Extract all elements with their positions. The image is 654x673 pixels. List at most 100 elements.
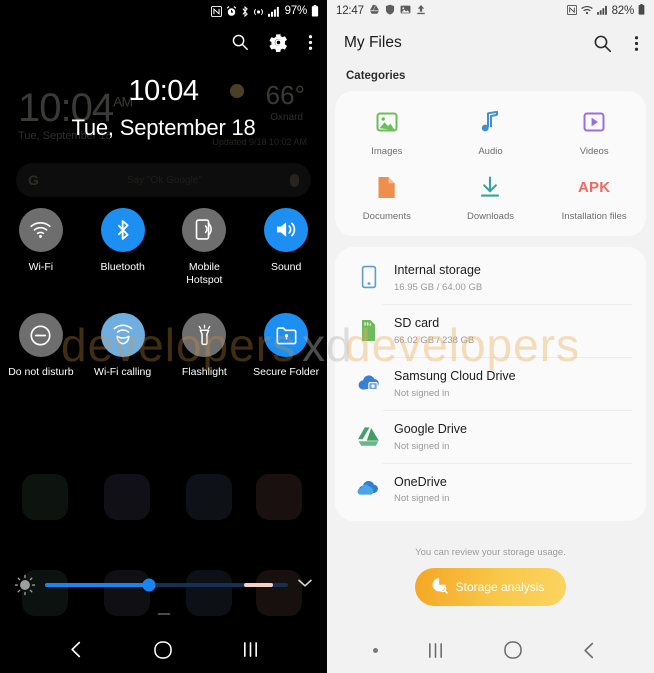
slider-thumb[interactable] (142, 578, 156, 592)
tile-label: Sound (270, 260, 302, 273)
storage-item-sd-card[interactable]: SD card 66.02 GB / 238 GB (335, 303, 646, 357)
documents-icon (376, 172, 397, 202)
storage-item-text: Google Drive Not signed in (394, 421, 467, 452)
tile-secure-folder[interactable]: Secure Folder (245, 313, 327, 379)
battery-percentage: 82% (611, 5, 635, 17)
onedrive-icon (352, 480, 385, 497)
navigation-bar (327, 627, 654, 673)
storage-item-sub: 66.02 GB / 238 GB (394, 334, 475, 346)
panel-drag-handle[interactable] (157, 613, 170, 615)
my-files-panel: 12:47 82% My Files Categories Images Aud… (327, 0, 654, 673)
back-icon[interactable] (68, 640, 85, 659)
more-options-icon[interactable] (634, 34, 639, 53)
category-documents[interactable]: Documents (335, 172, 439, 222)
wifi-icon (580, 5, 593, 18)
tile-wifi[interactable]: Wi-Fi (0, 207, 82, 287)
hotspot-icon (182, 207, 227, 252)
tile-label: Do not disturb (8, 366, 74, 379)
category-label: Downloads (466, 211, 514, 222)
search-icon[interactable] (231, 33, 249, 51)
tile-label: Bluetooth (100, 260, 145, 273)
categories-section-title: Categories (346, 70, 406, 82)
slider-fill (45, 583, 150, 587)
settings-gear-icon[interactable] (269, 33, 288, 52)
storage-item-internal[interactable]: Internal storage 16.95 GB / 64.00 GB (335, 251, 646, 304)
ghost-app-row (0, 468, 327, 616)
quick-settings-panel: 10:04AM Tue, September 18 66° Oxnard Upd… (0, 0, 327, 673)
more-options-icon[interactable] (308, 33, 313, 52)
storage-review-note: You can review your storage usage. (415, 547, 566, 559)
signal-icon (596, 5, 608, 18)
phone-icon (352, 265, 385, 289)
storage-item-sub: Not signed in (394, 493, 450, 505)
back-icon[interactable] (551, 641, 628, 660)
tile-flashlight[interactable]: Flashlight (164, 313, 246, 379)
battery-icon (638, 4, 645, 18)
storage-item-text: SD card 66.02 GB / 238 GB (394, 315, 474, 346)
ghost-app-icon (186, 474, 232, 520)
tile-wifi-calling[interactable]: Wi-Fi calling (82, 313, 164, 379)
category-images[interactable]: Images (335, 107, 439, 157)
category-downloads[interactable]: Downloads (439, 172, 543, 222)
quick-settings-header (0, 22, 327, 62)
page-title: My Files (344, 34, 402, 51)
brightness-slider[interactable] (45, 578, 288, 592)
google-drive-icon (352, 426, 385, 447)
page-dot (353, 647, 397, 653)
status-bar-left: 12:47 (336, 4, 426, 18)
sd-card-icon (352, 319, 385, 342)
storage-item-sub: Not signed in (394, 387, 450, 399)
tile-sound[interactable]: Sound (245, 207, 327, 287)
signal-icon (267, 6, 280, 17)
storage-analysis-wrap: Storage analysis (327, 568, 654, 607)
category-installation-files[interactable]: APK Installation files (542, 172, 646, 223)
category-videos[interactable]: Videos (542, 107, 646, 157)
status-bar: 97% (0, 0, 327, 22)
storage-item-name: OneDrive (394, 474, 447, 489)
recents-icon[interactable] (242, 640, 259, 659)
ghost-google-search-bar: G Say "Ok Google" (16, 163, 311, 197)
secure-folder-icon (264, 313, 309, 358)
chevron-down-icon[interactable] (297, 576, 313, 594)
battery-icon (311, 5, 319, 17)
tile-mobile-hotspot[interactable]: Mobile Hotspot (164, 207, 246, 287)
search-icon[interactable] (593, 34, 612, 53)
storage-analysis-button[interactable]: Storage analysis (414, 568, 567, 607)
google-drive-icon (369, 4, 380, 18)
apk-label: APK (578, 178, 611, 196)
tile-label: Wi-Fi (28, 260, 54, 273)
storage-analysis-label: Storage analysis (455, 580, 545, 595)
category-audio[interactable]: Audio (439, 107, 543, 157)
wifi-calling-icon (100, 313, 145, 358)
tile-label: Mobile Hotspot (186, 260, 223, 287)
bluetooth-icon (241, 5, 249, 17)
alarm-icon (226, 5, 237, 17)
audio-icon (480, 107, 500, 137)
storage-item-name: Internal storage (394, 263, 481, 277)
home-icon[interactable] (474, 640, 551, 660)
hotspot-icon (253, 6, 264, 17)
downloads-icon (478, 172, 502, 202)
home-icon[interactable] (153, 640, 173, 660)
samsung-cloud-icon (352, 373, 385, 393)
tile-bluetooth[interactable]: Bluetooth (82, 207, 164, 287)
ghost-app-icon (256, 474, 302, 520)
storage-item-google-drive[interactable]: Google Drive Not signed in (335, 409, 646, 463)
tile-do-not-disturb[interactable]: Do not disturb (0, 313, 82, 379)
brightness-icon (14, 574, 36, 596)
brightness-slider-row[interactable] (0, 574, 327, 596)
microphone-icon (290, 173, 299, 187)
sound-icon (264, 207, 309, 252)
storage-item-onedrive[interactable]: OneDrive Not signed in (335, 462, 646, 516)
wifi-icon (18, 207, 63, 252)
recents-icon[interactable] (397, 641, 474, 660)
storage-item-text: Samsung Cloud Drive Not signed in (394, 368, 516, 399)
storage-item-samsung-cloud-drive[interactable]: Samsung Cloud Drive Not signed in (335, 356, 646, 410)
storage-item-name: Google Drive (394, 421, 467, 436)
nfc-icon (210, 5, 222, 17)
categories-card: Images Audio Videos Documents Downloads (335, 91, 646, 236)
storage-analysis-icon (431, 577, 448, 597)
storage-item-sub: 16.95 GB / 64.00 GB (394, 281, 483, 293)
storage-item-text: Internal storage 16.95 GB / 64.00 GB (394, 262, 482, 293)
app-header: My Files (327, 22, 654, 64)
